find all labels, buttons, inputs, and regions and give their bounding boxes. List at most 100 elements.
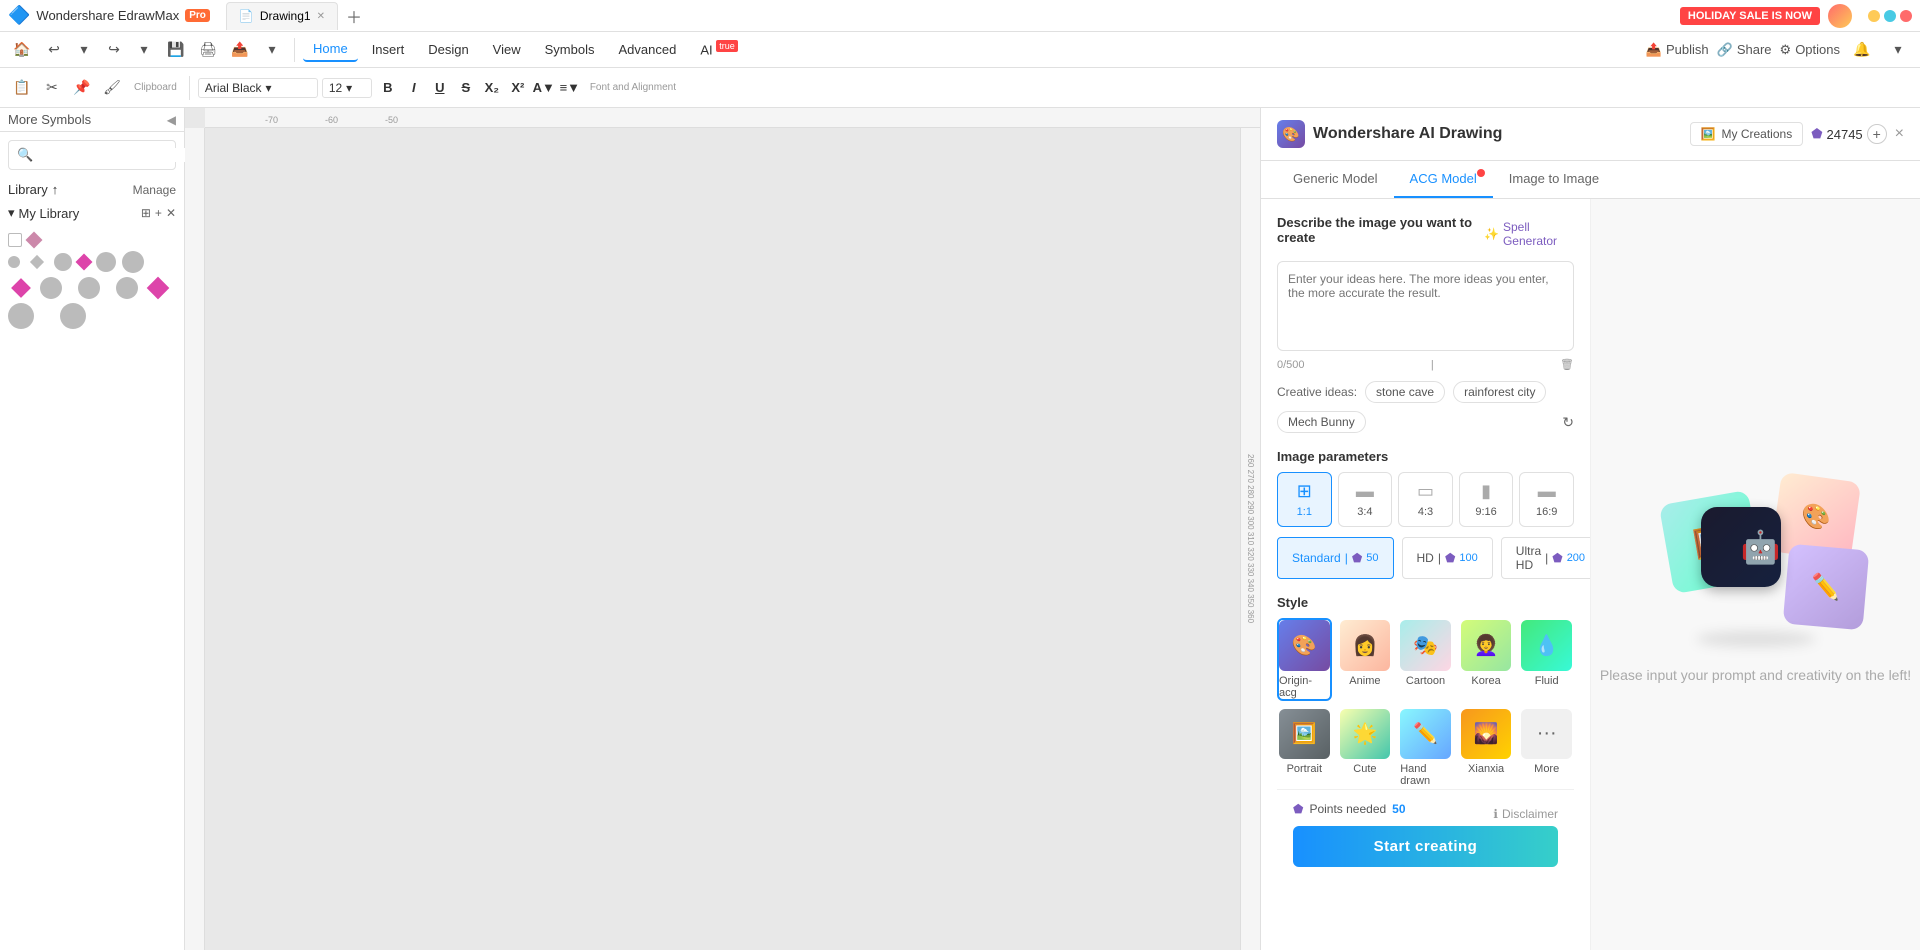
- new-tab-button[interactable]: ＋: [342, 4, 366, 28]
- superscript-button[interactable]: X²: [506, 76, 530, 100]
- bold-button[interactable]: B: [376, 76, 400, 100]
- circle-xl[interactable]: [122, 251, 144, 273]
- ratio-4-3[interactable]: ▭ 4:3: [1398, 472, 1453, 527]
- expand-button[interactable]: ▾: [1884, 36, 1912, 64]
- circle-c[interactable]: [116, 277, 138, 299]
- menu-symbols[interactable]: Symbols: [535, 38, 605, 61]
- add-library-button[interactable]: +: [155, 206, 162, 220]
- tab-acg-model[interactable]: ACG Model: [1394, 161, 1493, 198]
- minimize-button[interactable]: [1868, 10, 1880, 22]
- avatar[interactable]: [1828, 4, 1852, 28]
- export-button[interactable]: 📤: [226, 36, 254, 64]
- style-cartoon[interactable]: 🎭 Cartoon: [1398, 618, 1453, 701]
- menu-home[interactable]: Home: [303, 37, 358, 62]
- export-dropdown[interactable]: ▾: [258, 36, 286, 64]
- drawing-tab[interactable]: 📄 Drawing1 ✕: [226, 2, 338, 30]
- tab-image-to-image[interactable]: Image to Image: [1493, 161, 1615, 198]
- subscript-button[interactable]: X₂: [480, 76, 504, 100]
- my-library-title[interactable]: ▾ My Library: [8, 205, 79, 221]
- library-actions: Manage: [133, 183, 176, 197]
- redo-button[interactable]: ↪: [100, 36, 128, 64]
- strikethrough-button[interactable]: S: [454, 76, 478, 100]
- library-title[interactable]: Library ↑: [8, 182, 58, 197]
- menu-ai[interactable]: AI true: [690, 37, 747, 61]
- add-points-button[interactable]: +: [1867, 124, 1887, 144]
- circle-f[interactable]: [60, 303, 86, 329]
- sep2: [189, 76, 190, 100]
- quality-ultra-hd[interactable]: Ultra HD | ⬟ 200: [1501, 537, 1591, 579]
- circle-a[interactable]: [40, 277, 62, 299]
- tab-generic-model[interactable]: Generic Model: [1277, 161, 1394, 198]
- cut-button[interactable]: ✂: [38, 74, 66, 102]
- disclaimer-button[interactable]: ℹ Disclaimer: [1493, 807, 1558, 821]
- style-more[interactable]: ··· More: [1519, 707, 1574, 790]
- style-cute[interactable]: 🌟 Cute: [1338, 707, 1393, 790]
- holiday-sale-button[interactable]: HOLIDAY SALE IS NOW: [1680, 7, 1820, 25]
- menu-design[interactable]: Design: [418, 38, 478, 61]
- redo-dropdown[interactable]: ▾: [130, 36, 158, 64]
- circle-lg[interactable]: [96, 252, 116, 272]
- idea-stone-cave[interactable]: stone cave: [1365, 381, 1445, 403]
- collapse-button[interactable]: ◀: [167, 113, 176, 127]
- italic-button[interactable]: I: [402, 76, 426, 100]
- home-icon[interactable]: 🏠: [8, 36, 36, 64]
- publish-button[interactable]: 📤 Publish: [1646, 42, 1709, 58]
- share-button[interactable]: 🔗 Share: [1717, 42, 1772, 58]
- start-creating-button[interactable]: Start creating: [1293, 826, 1558, 867]
- underline-button[interactable]: U: [428, 76, 452, 100]
- style-korea[interactable]: 👩‍🦱 Korea: [1459, 618, 1514, 701]
- pts-icon-ultra: ⬟: [1552, 551, 1562, 565]
- my-creations-button[interactable]: 🖼️ My Creations: [1690, 122, 1804, 146]
- diamond-icon: [26, 232, 43, 249]
- refresh-ideas-button[interactable]: ↻: [1562, 414, 1574, 431]
- points-value: 24745: [1827, 127, 1863, 142]
- ai-panel-actions: 🖼️ My Creations ⬟ 24745 + ×: [1690, 122, 1904, 146]
- search-input[interactable]: [37, 148, 192, 162]
- style-xianxia[interactable]: 🌄 Xianxia: [1459, 707, 1514, 790]
- spell-generator-button[interactable]: ✨ Spell Generator: [1484, 220, 1574, 248]
- ratio-3-4[interactable]: ▬ 3:4: [1338, 472, 1393, 527]
- circle-b[interactable]: [78, 277, 100, 299]
- ratio-1-1[interactable]: ⊞ 1:1: [1277, 472, 1332, 527]
- tab-close-icon[interactable]: ✕: [317, 11, 325, 22]
- restore-button[interactable]: [1884, 10, 1896, 22]
- options-button[interactable]: ⚙ Options: [1780, 42, 1840, 58]
- grid-view-button[interactable]: ⊞: [141, 206, 151, 220]
- idea-rainforest[interactable]: rainforest city: [1453, 381, 1546, 403]
- clear-textarea-button[interactable]: 🗑: [1560, 358, 1574, 371]
- style-anime[interactable]: 👩 Anime: [1338, 618, 1393, 701]
- circle-md[interactable]: [54, 253, 72, 271]
- close-panel-button[interactable]: ×: [1895, 125, 1904, 143]
- paragraph-button[interactable]: ≡▼: [558, 76, 582, 100]
- undo-dropdown[interactable]: ▾: [70, 36, 98, 64]
- idea-mech-bunny[interactable]: Mech Bunny: [1277, 411, 1366, 433]
- style-origin-acg[interactable]: 🎨 Origin-acg: [1277, 618, 1332, 701]
- quality-hd[interactable]: HD | ⬟ 100: [1402, 537, 1493, 579]
- font-color-button[interactable]: A▼: [532, 76, 556, 100]
- close-button[interactable]: [1900, 10, 1912, 22]
- menu-view[interactable]: View: [483, 38, 531, 61]
- circle-sm[interactable]: [8, 256, 20, 268]
- close-library-button[interactable]: ✕: [166, 206, 176, 220]
- style-hand-drawn[interactable]: ✏️ Hand drawn: [1398, 707, 1453, 790]
- font-selector[interactable]: Arial Black ▾: [198, 78, 318, 98]
- save-button[interactable]: 💾: [162, 36, 190, 64]
- menu-advanced[interactable]: Advanced: [608, 38, 686, 61]
- style-fluid[interactable]: 💧 Fluid: [1519, 618, 1574, 701]
- format-painter[interactable]: 🖌: [98, 74, 126, 102]
- font-size-selector[interactable]: 12 ▾: [322, 78, 372, 98]
- manage-button[interactable]: Manage: [133, 183, 176, 197]
- ratio-16-9[interactable]: ▬ 16:9: [1519, 472, 1574, 527]
- shape-item[interactable]: [8, 233, 22, 247]
- undo-button[interactable]: ↩: [40, 36, 68, 64]
- paste-button[interactable]: 📌: [68, 74, 96, 102]
- quality-standard[interactable]: Standard | ⬟ 50: [1277, 537, 1394, 579]
- style-portrait[interactable]: 🖼️ Portrait: [1277, 707, 1332, 790]
- copy-button[interactable]: 📋: [8, 74, 36, 102]
- menu-insert[interactable]: Insert: [362, 38, 415, 61]
- circle-e[interactable]: [8, 303, 34, 329]
- ratio-9-16[interactable]: ▮ 9:16: [1459, 472, 1514, 527]
- prompt-textarea[interactable]: [1277, 261, 1574, 351]
- print-button[interactable]: 🖨: [194, 36, 222, 64]
- notification-button[interactable]: 🔔: [1848, 36, 1876, 64]
